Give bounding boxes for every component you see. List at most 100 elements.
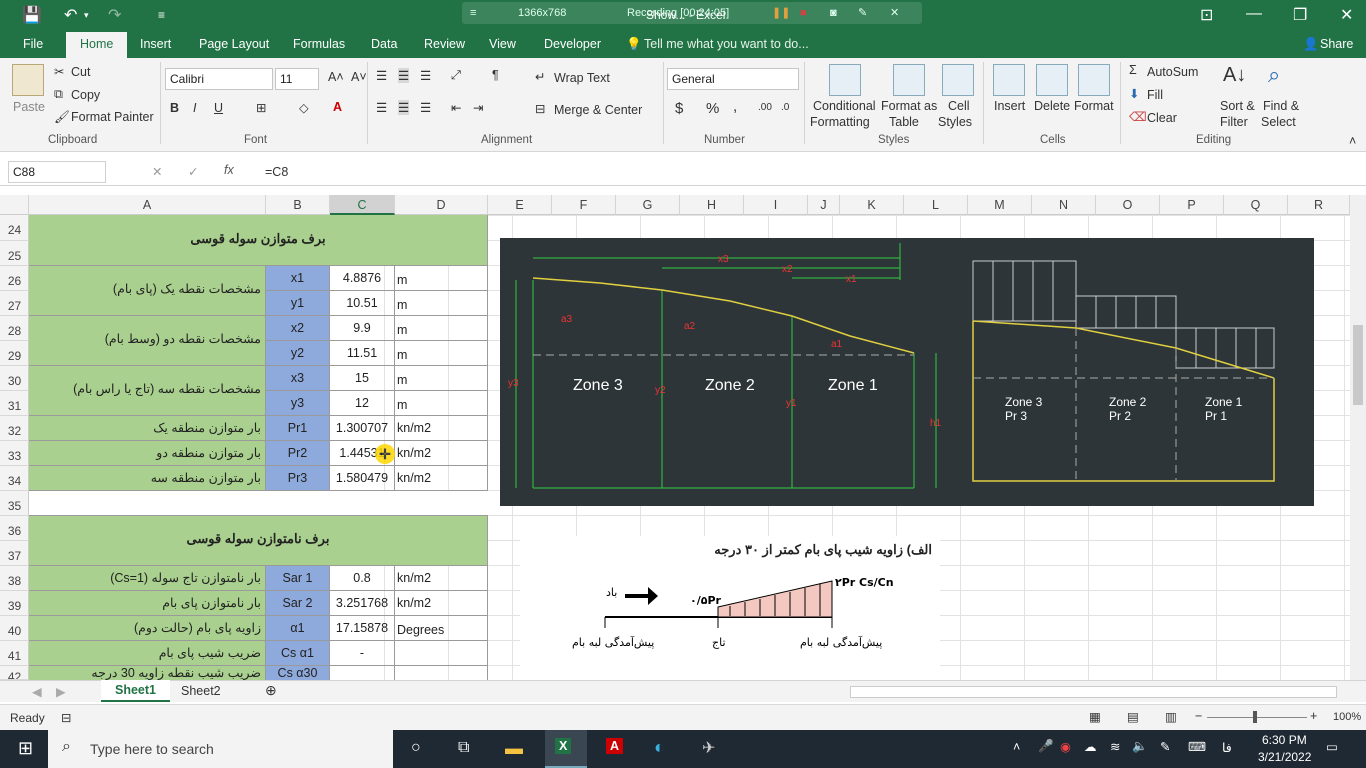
row-header-29[interactable]: 29: [0, 341, 29, 366]
insert-cells-icon[interactable]: [993, 64, 1025, 96]
col-header-q[interactable]: Q: [1224, 195, 1288, 215]
copy-icon[interactable]: ⧉: [54, 87, 63, 102]
balanced-snow-title[interactable]: برف متوازن سوله قوسی: [29, 215, 488, 266]
increase-decimal-icon[interactable]: .00: [758, 102, 772, 113]
delete-cells-button[interactable]: Delete: [1034, 99, 1070, 113]
tab-home[interactable]: Home: [66, 32, 128, 58]
col-header-o[interactable]: O: [1096, 195, 1160, 215]
recorder-app-icon[interactable]: ✈: [702, 738, 715, 758]
row-header-27[interactable]: 27: [0, 291, 29, 316]
tab-view[interactable]: View: [489, 37, 516, 51]
conditional-formatting-button[interactable]: Conditional: [813, 99, 876, 113]
row-header-38[interactable]: 38: [0, 566, 29, 591]
var-name-cell[interactable]: Sar 1: [266, 566, 330, 591]
notifications-icon[interactable]: ▭: [1326, 739, 1338, 754]
volume-icon[interactable]: 🔈: [1132, 739, 1148, 754]
taskbar-search-box[interactable]: ⌕ Type here to search: [48, 730, 393, 768]
align-left-icon[interactable]: ☰: [376, 100, 387, 115]
zoom-slider[interactable]: [1207, 717, 1307, 718]
record-icon[interactable]: ◉: [1060, 739, 1071, 754]
point-two-label[interactable]: مشخصات نقطه دو (وسط بام): [29, 316, 266, 366]
horizontal-scrollbar[interactable]: [850, 686, 1337, 698]
row-header-28[interactable]: 28: [0, 316, 29, 341]
language-indicator[interactable]: فا: [1222, 740, 1232, 755]
autosum-button[interactable]: AutoSum: [1147, 65, 1198, 79]
task-view-icon[interactable]: ⧉: [458, 739, 469, 757]
var-value-cell[interactable]: -: [330, 641, 395, 666]
select-all-corner[interactable]: [0, 195, 29, 215]
var-unit-cell[interactable]: kn/m2: [395, 441, 488, 466]
col-header-e[interactable]: E: [488, 195, 552, 215]
recording-menu-icon[interactable]: ≡: [470, 2, 476, 24]
var-value-cell[interactable]: 17.15878: [330, 616, 395, 641]
var-name-cell[interactable]: α1: [266, 616, 330, 641]
cut-button[interactable]: Cut: [71, 65, 90, 79]
vertical-scroll-thumb[interactable]: [1353, 325, 1363, 405]
insert-cells-button[interactable]: Insert: [994, 99, 1025, 113]
tab-page-layout[interactable]: Page Layout: [199, 37, 269, 51]
tab-developer[interactable]: Developer: [544, 37, 601, 51]
var-unit-cell[interactable]: kn/m2: [395, 566, 488, 591]
bold-button[interactable]: B: [170, 101, 179, 115]
var-name-cell[interactable]: Sar 2: [266, 591, 330, 616]
paste-button[interactable]: Paste: [13, 100, 45, 114]
alpha1-label[interactable]: زاویه پای بام (حالت دوم): [29, 616, 266, 641]
col-header-b[interactable]: B: [266, 195, 330, 215]
copy-button[interactable]: Copy: [71, 88, 100, 102]
col-header-f[interactable]: F: [552, 195, 616, 215]
var-value-cell[interactable]: 12: [330, 391, 395, 416]
font-color-icon[interactable]: A: [333, 100, 342, 114]
var-name-cell[interactable]: Cs α1: [266, 641, 330, 666]
unbalanced-snow-title[interactable]: برف نامتوازن سوله قوسی: [29, 516, 488, 566]
var-unit-cell[interactable]: m: [395, 291, 488, 316]
format-painter-icon[interactable]: 🖌: [54, 110, 70, 125]
var-name-cell[interactable]: x3: [266, 366, 330, 391]
clock-time[interactable]: 6:30 PM: [1262, 733, 1307, 747]
var-value-cell[interactable]: 1.580479: [330, 466, 395, 491]
var-unit-cell[interactable]: m: [395, 266, 488, 291]
var-value-cell[interactable]: 10.51: [330, 291, 395, 316]
edge-icon[interactable]: ◐: [654, 737, 665, 758]
ribbon-display-icon[interactable]: ⊡: [1200, 5, 1213, 25]
file-explorer-icon[interactable]: ▬: [505, 738, 523, 759]
var-unit-cell[interactable]: [395, 666, 488, 680]
zoom-level[interactable]: 100%: [1333, 711, 1361, 723]
var-unit-cell[interactable]: kn/m2: [395, 591, 488, 616]
cs-alpha30-label[interactable]: ضریب شیب نقطه زاویه 30 درجه: [29, 666, 266, 680]
formula-input[interactable]: =C8: [265, 165, 288, 179]
pen-tray-icon[interactable]: ✎: [1160, 739, 1170, 754]
sheet-tab-sheet2[interactable]: Sheet2: [181, 684, 221, 698]
wrap-text-button[interactable]: Wrap Text: [554, 71, 610, 85]
sar1-label[interactable]: بار نامتوازن تاج سوله (Cs=1): [29, 566, 266, 591]
undo-dropdown-icon[interactable]: ▾: [84, 10, 89, 21]
clock-date[interactable]: 3/21/2022: [1258, 750, 1311, 764]
cortana-icon[interactable]: ○: [411, 739, 421, 757]
taskbar-search-input[interactable]: Type here to search: [90, 741, 214, 757]
var-name-cell[interactable]: x1: [266, 266, 330, 291]
sort-filter-icon[interactable]: A↓: [1223, 64, 1246, 87]
row-header-26[interactable]: 26: [0, 266, 29, 291]
col-header-i[interactable]: I: [744, 195, 808, 215]
macro-record-icon[interactable]: ⊟: [61, 710, 71, 725]
zoom-slider-thumb[interactable]: [1253, 711, 1257, 723]
tray-chevron-icon[interactable]: ˄: [1013, 740, 1020, 754]
var-unit-cell[interactable]: m: [395, 391, 488, 416]
var-unit-cell[interactable]: kn/m2: [395, 416, 488, 441]
row-header-36[interactable]: 36: [0, 516, 29, 541]
var-unit-cell[interactable]: [395, 641, 488, 666]
rtl-icon[interactable]: ¶: [492, 68, 499, 82]
row-header-37[interactable]: 37: [0, 541, 29, 566]
col-header-c[interactable]: C: [330, 195, 395, 215]
save-icon[interactable]: 💾: [22, 5, 42, 25]
cs-alpha1-label[interactable]: ضریب شیب پای بام: [29, 641, 266, 666]
middle-align-icon[interactable]: ☰: [398, 68, 410, 83]
vertical-scrollbar[interactable]: [1350, 195, 1366, 680]
format-as-table-icon[interactable]: [893, 64, 925, 96]
collapse-ribbon-icon[interactable]: ˄: [1349, 134, 1356, 148]
var-value-cell[interactable]: 15: [330, 366, 395, 391]
autocad-icon[interactable]: A: [606, 738, 624, 754]
comma-button[interactable]: ,: [733, 98, 737, 115]
microphone-icon[interactable]: 🎤: [1038, 739, 1054, 754]
cancel-icon[interactable]: ✕: [152, 164, 162, 179]
cut-icon[interactable]: ✂: [54, 64, 64, 79]
